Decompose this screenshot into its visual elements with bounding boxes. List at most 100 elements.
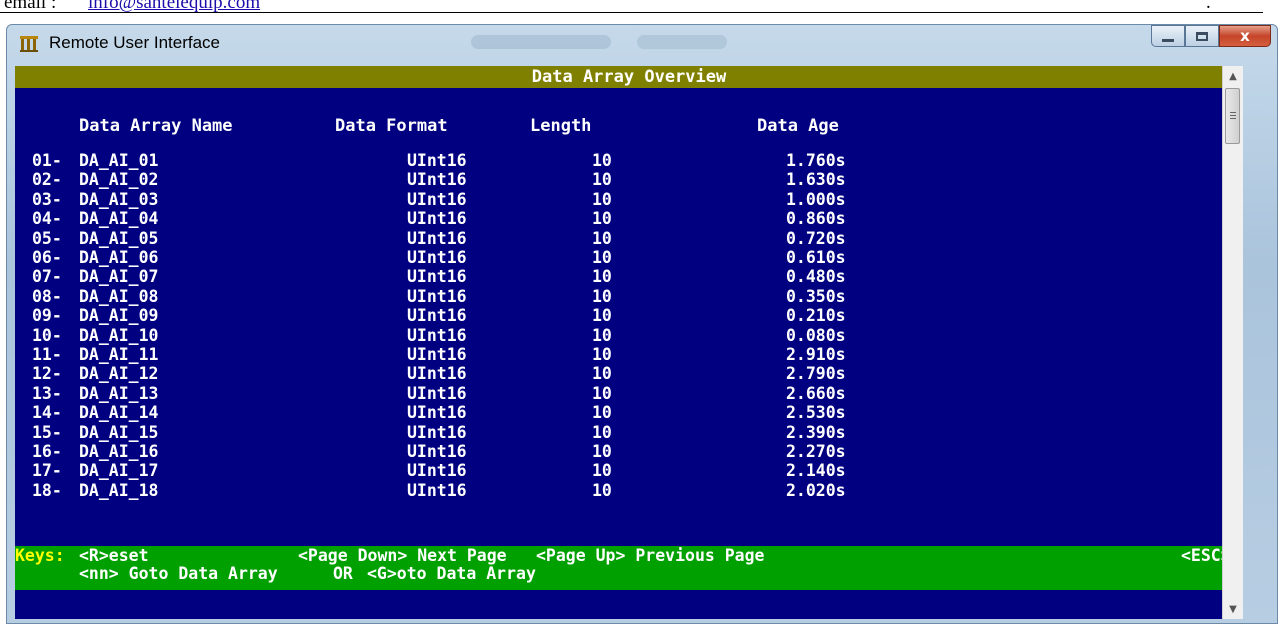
data-age: 2.390s — [786, 422, 846, 442]
remote-ui-window: Remote User Interface x Data Array Overv… — [6, 24, 1278, 624]
scroll-thumb[interactable] — [1225, 88, 1240, 144]
data-format: UInt16 — [407, 170, 467, 190]
array-length: 10 — [592, 364, 612, 384]
key-page-down[interactable]: <Page Down> Next Page — [298, 546, 507, 565]
app-icon — [20, 36, 38, 52]
table-row: 02- DA_AI_02 UInt16 10 1.630s — [15, 171, 1243, 189]
array-name: DA_AI_11 — [79, 345, 159, 364]
data-age: 0.350s — [786, 286, 846, 306]
grip-line — [1230, 118, 1236, 119]
array-name: DA_AI_08 — [79, 286, 159, 306]
array-length: 10 — [592, 325, 612, 345]
row-number: 17- — [32, 461, 62, 481]
array-name: DA_AI_05 — [79, 228, 159, 248]
column-header-format: Data Format — [335, 116, 448, 136]
array-length: 10 — [592, 306, 612, 326]
table-row: 08- DA_AI_08 UInt16 10 0.350s — [15, 286, 1243, 306]
data-format: UInt16 — [407, 383, 467, 403]
data-age: 2.140s — [786, 461, 846, 481]
array-length: 10 — [592, 189, 612, 209]
row-number: 06- — [32, 248, 62, 267]
data-format: UInt16 — [407, 442, 467, 461]
key-goto-number[interactable]: <nn> Goto Data Array — [79, 564, 278, 583]
array-length: 10 — [592, 151, 612, 170]
data-age: 2.270s — [786, 442, 846, 461]
close-button[interactable]: x — [1219, 25, 1271, 47]
row-number: 13- — [32, 383, 62, 403]
table-row: 16- DA_AI_16 UInt16 10 2.270s — [15, 443, 1243, 461]
window-title: Remote User Interface — [49, 33, 221, 52]
key-goto-data-array[interactable]: <G>oto Data Array — [367, 564, 536, 583]
key-page-up[interactable]: <Page Up> Previous Page — [536, 546, 764, 565]
scroll-up-arrow-icon[interactable]: ▲ — [1223, 66, 1243, 86]
data-format: UInt16 — [407, 403, 467, 423]
array-name: DA_AI_18 — [79, 480, 159, 500]
array-name: DA_AI_01 — [79, 151, 159, 170]
table-row: 07- DA_AI_07 UInt16 10 0.480s — [15, 268, 1243, 286]
array-name: DA_AI_04 — [79, 209, 159, 229]
data-format: UInt16 — [407, 306, 467, 326]
data-age: 2.910s — [786, 345, 846, 364]
data-age: 2.530s — [786, 403, 846, 423]
row-number: 04- — [32, 209, 62, 229]
data-age: 1.760s — [786, 151, 846, 170]
table-row: 14- DA_AI_14 UInt16 10 2.530s — [15, 404, 1243, 422]
key-reset[interactable]: <R>eset — [79, 546, 149, 565]
row-number: 08- — [32, 286, 62, 306]
array-length: 10 — [592, 403, 612, 423]
blurred-title-text — [471, 35, 611, 49]
row-number: 12- — [32, 364, 62, 384]
table-row: 09- DA_AI_09 UInt16 10 0.210s — [15, 307, 1243, 325]
column-header-age: Data Age — [757, 116, 839, 136]
array-length: 10 — [592, 267, 612, 287]
close-icon: x — [1240, 27, 1250, 45]
row-number: 03- — [32, 189, 62, 209]
data-format: UInt16 — [407, 228, 467, 248]
maximize-button[interactable] — [1185, 25, 1219, 47]
array-length: 10 — [592, 461, 612, 481]
title-bar[interactable]: Remote User Interface x — [7, 25, 1277, 61]
array-name: DA_AI_06 — [79, 248, 159, 267]
table-row: 15- DA_AI_15 UInt16 10 2.390s — [15, 422, 1243, 442]
vertical-scrollbar[interactable]: ▲ ▼ — [1222, 66, 1243, 619]
array-length: 10 — [592, 170, 612, 190]
data-age: 0.080s — [786, 325, 846, 345]
row-number: 02- — [32, 170, 62, 190]
array-length: 10 — [592, 345, 612, 364]
array-length: 10 — [592, 480, 612, 500]
array-name: DA_AI_02 — [79, 170, 159, 190]
row-number: 09- — [32, 306, 62, 326]
table-row: 18- DA_AI_18 UInt16 10 2.020s — [15, 480, 1243, 500]
data-format: UInt16 — [407, 286, 467, 306]
table-row: 12- DA_AI_12 UInt16 10 2.790s — [15, 365, 1243, 383]
keys-label: Keys: — [15, 546, 65, 565]
array-name: DA_AI_09 — [79, 306, 159, 326]
overview-header-bar: Data Array Overview — [15, 66, 1243, 88]
data-format: UInt16 — [407, 248, 467, 267]
caption-buttons: x — [1151, 25, 1271, 47]
array-name: DA_AI_07 — [79, 267, 159, 287]
array-name: DA_AI_10 — [79, 325, 159, 345]
data-format: UInt16 — [407, 209, 467, 229]
scroll-down-arrow-icon[interactable]: ▼ — [1223, 599, 1243, 619]
data-age: 0.480s — [786, 267, 846, 287]
array-length: 10 — [592, 286, 612, 306]
grip-line — [1230, 115, 1236, 116]
array-name: DA_AI_17 — [79, 461, 159, 481]
email-line: email : info@santelequip.com . — [0, 0, 1281, 14]
row-number: 16- — [32, 442, 62, 461]
array-name: DA_AI_14 — [79, 403, 159, 423]
row-number: 14- — [32, 403, 62, 423]
overview-title: Data Array Overview — [531, 67, 727, 87]
data-format: UInt16 — [407, 364, 467, 384]
minimize-button[interactable] — [1151, 25, 1185, 47]
table-row: 05- DA_AI_05 UInt16 10 0.720s — [15, 228, 1243, 248]
data-format: UInt16 — [407, 151, 467, 170]
column-header-name: Data Array Name — [79, 116, 233, 136]
divider — [0, 12, 1263, 13]
data-age: 0.610s — [786, 248, 846, 267]
data-age: 2.020s — [786, 480, 846, 500]
data-age: 0.210s — [786, 306, 846, 326]
blurred-title-text-2 — [637, 35, 727, 49]
row-number: 10- — [32, 325, 62, 345]
